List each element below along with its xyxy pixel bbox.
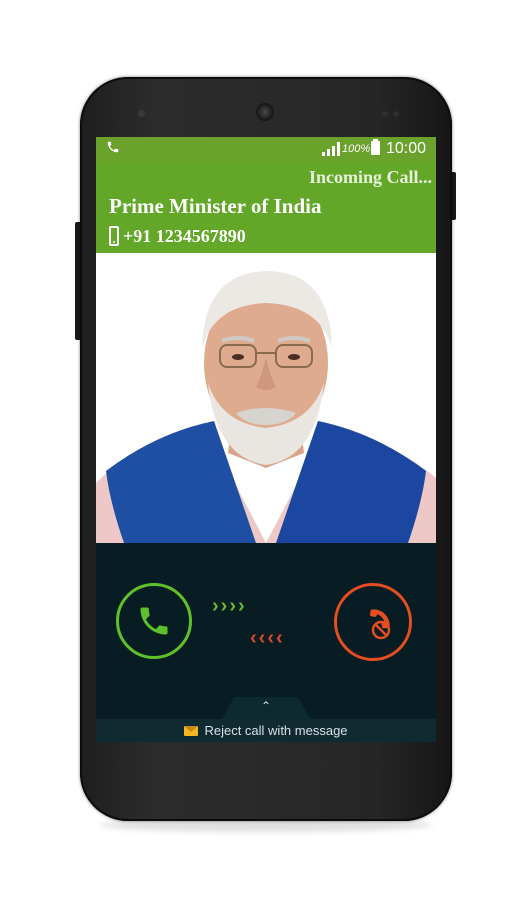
caller-header: Incoming Call... Prime Minister of India… [96, 161, 436, 253]
call-state-label: Incoming Call... [308, 167, 432, 187]
answer-call-button[interactable] [116, 583, 192, 659]
earpiece-speaker [256, 103, 274, 121]
battery-percent: 100% [342, 143, 371, 155]
status-bar: 100% 10:00 [96, 137, 436, 161]
caller-photo [96, 253, 436, 543]
swipe-right-arrows: ›››› [212, 595, 247, 617]
caller-name: Prime Minister of India [109, 194, 322, 218]
phone-answer-icon [140, 607, 168, 635]
mobile-phone-icon [109, 226, 119, 246]
signal-icon [322, 142, 340, 156]
proximity-sensor [382, 111, 388, 117]
status-clock: 10:00 [386, 140, 427, 157]
reject-with-message-label: Reject call with message [204, 723, 348, 738]
reject-with-message-bar[interactable]: Reject call with message [96, 719, 436, 742]
phone-reject-icon [370, 609, 391, 640]
chevron-up-icon: ⌃ [260, 699, 272, 713]
envelope-icon [184, 725, 199, 736]
phone-screen: 100% 10:00 Incoming Call... Prime Minist… [96, 137, 436, 742]
front-camera [138, 110, 145, 117]
caller-number: +91 1234567890 [123, 225, 246, 246]
call-status-icon [106, 140, 120, 159]
light-sensor [393, 111, 399, 117]
reject-call-button[interactable] [334, 583, 412, 661]
caller-portrait-image [96, 253, 436, 543]
battery-icon [371, 139, 380, 155]
reject-message-handle[interactable]: ⌃ [222, 697, 310, 719]
swipe-left-arrows: ‹‹‹‹ [250, 627, 285, 649]
caller-number-row: +91 1234567890 [109, 224, 246, 248]
call-controls: ›››› ‹‹‹‹ ⌃ Reject call with message [96, 543, 436, 742]
